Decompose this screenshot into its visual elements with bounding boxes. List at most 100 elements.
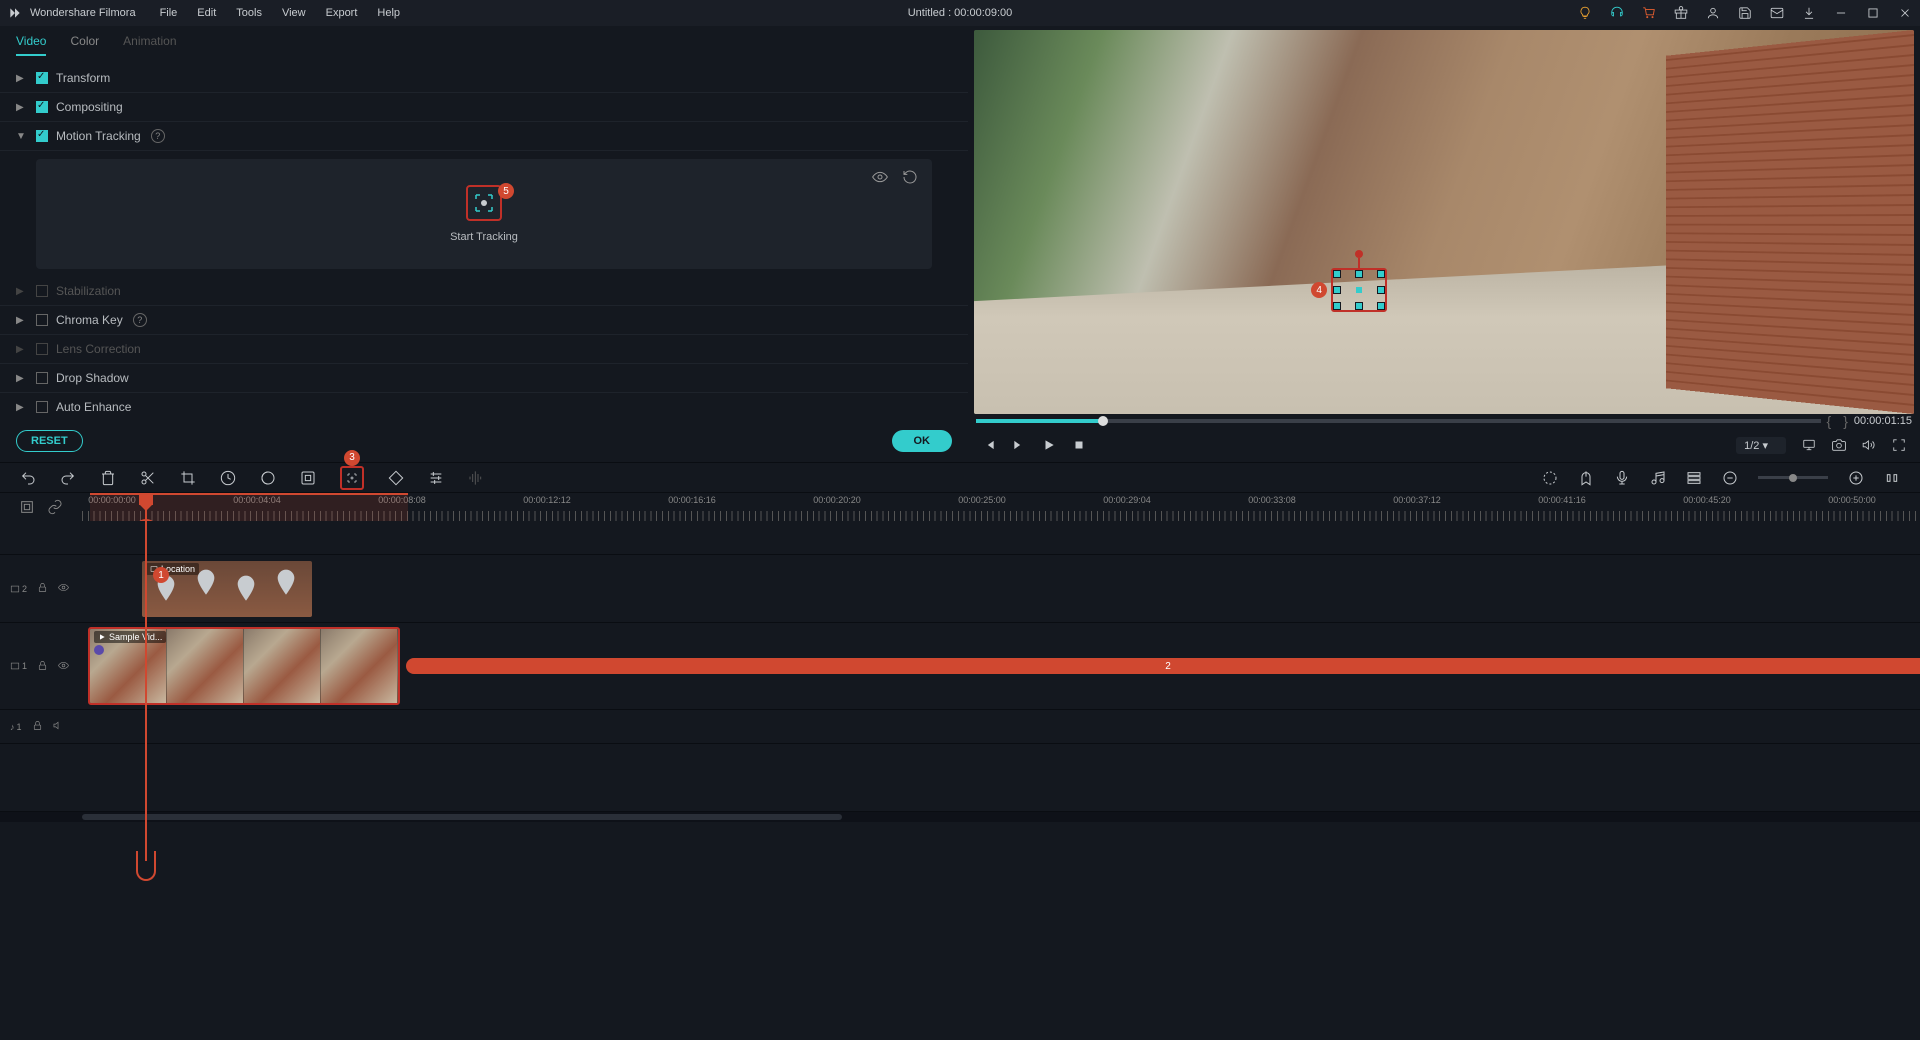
help-icon[interactable]: ? [151,129,165,143]
track-manager-icon[interactable] [1686,470,1702,486]
tracker-handle[interactable] [1333,286,1341,294]
stop-icon[interactable] [1072,438,1086,452]
property-chroma-key[interactable]: ▶ Chroma Key ? [0,306,968,335]
audio-mixer-icon[interactable] [1650,470,1666,486]
zoom-fit-icon[interactable] [1884,470,1900,486]
property-auto-enhance[interactable]: ▶ Auto Enhance [0,393,968,420]
timeline-playhead[interactable] [145,493,147,521]
compositing-checkbox[interactable] [36,101,48,113]
visibility-icon[interactable] [872,169,888,188]
tracker-handle[interactable] [1333,302,1341,310]
track-mute-icon[interactable] [53,720,64,733]
motion-tracking-tool-icon[interactable]: 3 [340,466,364,490]
motion-tracker-box[interactable]: 4 [1331,268,1387,312]
preview-progress-bar[interactable]: { } 00:00:01:15 [974,414,1914,428]
track-video[interactable]: 1 Sample Vid... 2 [0,623,1920,710]
crop-icon[interactable] [180,470,196,486]
timeline-ruler[interactable]: 00:00:00:0000:00:04:0400:00:08:0800:00:1… [82,493,1920,521]
track-lock-icon[interactable] [37,660,48,673]
reset-icon[interactable] [902,169,918,188]
property-compositing[interactable]: ▶ Compositing [0,93,968,122]
render-icon[interactable] [1542,470,1558,486]
minimize-icon[interactable] [1834,6,1848,20]
voiceover-icon[interactable] [1614,470,1630,486]
display-icon[interactable] [1802,438,1816,452]
user-icon[interactable] [1706,6,1720,20]
adjust-icon[interactable] [428,470,444,486]
mark-out-icon[interactable]: } [1843,413,1848,429]
preview-viewport[interactable]: 4 [974,30,1914,414]
save-icon[interactable] [1738,6,1752,20]
menu-export[interactable]: Export [326,7,358,19]
prev-frame-icon[interactable] [982,438,996,452]
property-transform[interactable]: ▶ Transform [0,64,968,93]
clip-sample-video[interactable]: Sample Vid... [88,627,400,705]
fullscreen-icon[interactable] [1892,438,1906,452]
mark-in-icon[interactable]: { [1827,413,1832,429]
tab-video[interactable]: Video [16,34,46,56]
motion-tracking-checkbox[interactable] [36,130,48,142]
lens-correction-checkbox[interactable] [36,343,48,355]
tracker-rotate-handle[interactable] [1355,250,1363,258]
timeline-link-icon[interactable] [47,499,63,515]
menu-edit[interactable]: Edit [197,7,216,19]
headphones-icon[interactable] [1610,6,1624,20]
timeline-scrollbar[interactable] [0,812,1920,822]
tracker-center[interactable] [1356,287,1362,293]
tracker-handle[interactable] [1377,286,1385,294]
track-overlay[interactable]: 2 Location [0,555,1920,623]
menu-help[interactable]: Help [377,7,400,19]
auto-enhance-checkbox[interactable] [36,401,48,413]
zoom-slider-thumb[interactable] [1789,474,1797,482]
track-lock-icon[interactable] [32,720,43,733]
start-tracking-button[interactable]: 5 [466,185,502,221]
zoom-out-icon[interactable] [1722,470,1738,486]
menu-file[interactable]: File [160,7,178,19]
timeline-snap-icon[interactable] [19,499,35,515]
transform-checkbox[interactable] [36,72,48,84]
tracker-handle[interactable] [1377,302,1385,310]
preview-zoom-select[interactable]: 1/2 ▾ [1736,437,1786,454]
track-visibility-icon[interactable] [58,582,69,595]
mail-icon[interactable] [1770,6,1784,20]
snapshot-icon[interactable] [1832,438,1846,452]
undo-icon[interactable] [20,470,36,486]
tracker-handle[interactable] [1355,302,1363,310]
gift-icon[interactable] [1674,6,1688,20]
scrollbar-thumb[interactable] [82,814,842,820]
track-lock-icon[interactable] [37,582,48,595]
menu-tools[interactable]: Tools [236,7,262,19]
progress-thumb[interactable] [1098,416,1108,426]
reset-button[interactable]: RESET [16,430,83,452]
color-icon[interactable] [260,470,276,486]
help-icon[interactable]: ? [133,313,147,327]
split-icon[interactable] [140,470,156,486]
delete-icon[interactable] [100,470,116,486]
tracker-handle[interactable] [1355,270,1363,278]
tracker-handle[interactable] [1377,270,1385,278]
redo-icon[interactable] [60,470,76,486]
playhead-handle[interactable] [139,493,153,505]
drop-shadow-checkbox[interactable] [36,372,48,384]
speed-icon[interactable] [220,470,236,486]
tab-color[interactable]: Color [70,34,99,56]
audio-icon[interactable] [468,470,484,486]
tracker-handle[interactable] [1333,270,1341,278]
chroma-key-checkbox[interactable] [36,314,48,326]
zoom-slider[interactable] [1758,476,1828,479]
track-audio[interactable]: ♪1 [0,710,1920,744]
lightbulb-icon[interactable] [1578,6,1592,20]
play-icon[interactable] [1042,438,1056,452]
stabilization-checkbox[interactable] [36,285,48,297]
property-stabilization[interactable]: ▶ Stabilization [0,277,968,306]
marker-icon[interactable] [1578,470,1594,486]
maximize-icon[interactable] [1866,6,1880,20]
volume-icon[interactable] [1862,438,1876,452]
property-drop-shadow[interactable]: ▶ Drop Shadow [0,364,968,393]
track-visibility-icon[interactable] [58,660,69,673]
next-frame-icon[interactable] [1012,438,1026,452]
property-motion-tracking[interactable]: ▼ Motion Tracking ? [0,122,968,151]
zoom-in-icon[interactable] [1848,470,1864,486]
ok-button[interactable]: OK [892,430,953,452]
close-icon[interactable] [1898,6,1912,20]
